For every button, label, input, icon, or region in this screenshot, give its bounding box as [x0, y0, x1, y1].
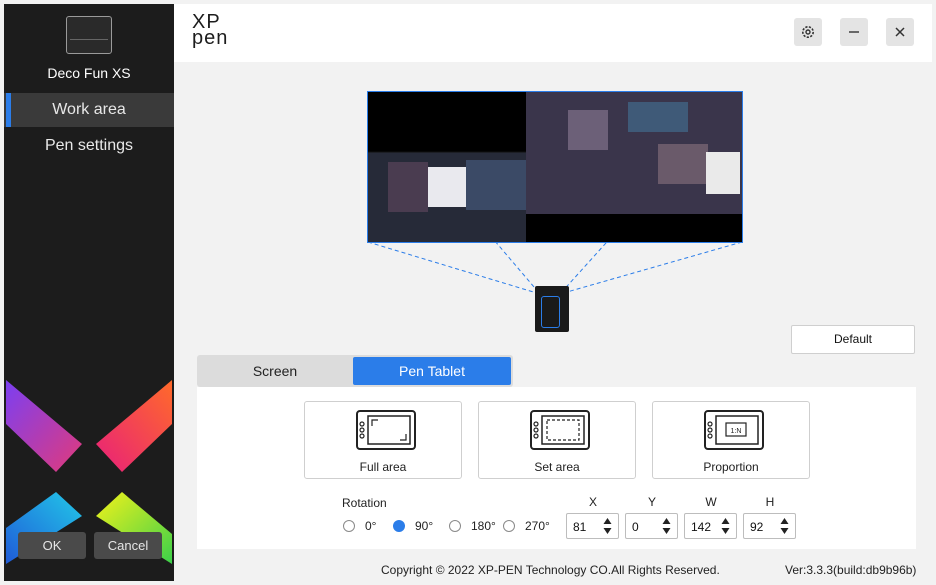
rotation-90-radio[interactable]: 90° [393, 519, 433, 533]
main-panel: XP pen Default Screen Pen Tablet Full ar… [174, 4, 932, 581]
full-area-icon [356, 410, 416, 450]
rotation-270-radio[interactable]: 270° [503, 519, 550, 533]
sidebar-item-work-area[interactable]: Work area [4, 93, 174, 127]
set-area-label: Set area [534, 460, 580, 474]
y-value: 0 [632, 520, 639, 534]
radio-circle [343, 520, 355, 532]
rotation-180-radio[interactable]: 180° [449, 519, 496, 533]
w-spinbox[interactable]: 142 [684, 513, 737, 539]
x-spinbox[interactable]: 81 [566, 513, 619, 539]
proportion-label: Proportion [703, 460, 759, 474]
proportion-option[interactable]: 1:N Proportion [652, 401, 810, 479]
stepper-arrows-icon[interactable] [721, 517, 730, 535]
h-spinbox[interactable]: 92 [743, 513, 796, 539]
rotation-180-label: 180° [471, 519, 496, 533]
y-spinbox[interactable]: 0 [625, 513, 678, 539]
version-text: Ver:3.3.3(build:db9b96b) [785, 563, 917, 577]
tablet-device-icon [66, 16, 112, 54]
radio-circle-selected [393, 520, 405, 532]
proportion-badge-text: 1:N [731, 428, 742, 435]
app-window: Deco Fun XS Work area Pen settings OK Ca… [0, 0, 936, 585]
pen-tablet-icon [535, 286, 569, 332]
full-area-option[interactable]: Full area [304, 401, 462, 479]
stepper-arrows-icon[interactable] [603, 517, 612, 535]
rotation-270-label: 270° [525, 519, 550, 533]
set-area-icon [530, 410, 590, 450]
copyright-text: Copyright © 2022 XP-PEN Technology CO.Al… [381, 563, 720, 577]
sidebar: Deco Fun XS Work area Pen settings OK Ca… [4, 4, 174, 581]
set-area-option[interactable]: Set area [478, 401, 636, 479]
w-value: 142 [691, 520, 712, 534]
desktop-thumbnail [368, 92, 742, 242]
mapping-tabs: Screen Pen Tablet [197, 355, 513, 387]
device-name: Deco Fun XS [47, 65, 131, 81]
x-header: X [588, 495, 597, 509]
default-button[interactable]: Default [791, 325, 915, 354]
ok-button[interactable]: OK [18, 532, 86, 559]
tab-pen-tablet[interactable]: Pen Tablet [353, 357, 511, 385]
rotation-90-label: 90° [415, 519, 434, 533]
y-header: Y [647, 495, 656, 509]
h-value: 92 [750, 520, 764, 534]
sidebar-item-label: Work area [52, 101, 126, 118]
h-header: H [765, 495, 775, 509]
w-header: W [705, 495, 717, 509]
rotation-0-radio[interactable]: 0° [343, 519, 376, 533]
sidebar-item-pen-settings[interactable]: Pen settings [4, 129, 174, 163]
rotation-label: Rotation [342, 496, 387, 510]
cancel-button[interactable]: Cancel [94, 532, 162, 559]
tablet-settings-panel: Full area Set area 1:N Proportion Rotati… [197, 387, 916, 549]
stepper-arrows-icon[interactable] [780, 517, 789, 535]
tab-screen[interactable]: Screen [199, 357, 351, 385]
screen-preview [367, 91, 743, 243]
full-area-label: Full area [359, 460, 407, 474]
sidebar-item-label: Pen settings [44, 137, 134, 154]
radio-circle [449, 520, 461, 532]
x-value: 81 [573, 520, 587, 534]
stepper-arrows-icon[interactable] [662, 517, 671, 535]
rotation-0-label: 0° [365, 519, 377, 533]
proportion-icon: 1:N [704, 410, 764, 450]
radio-circle [503, 520, 515, 532]
